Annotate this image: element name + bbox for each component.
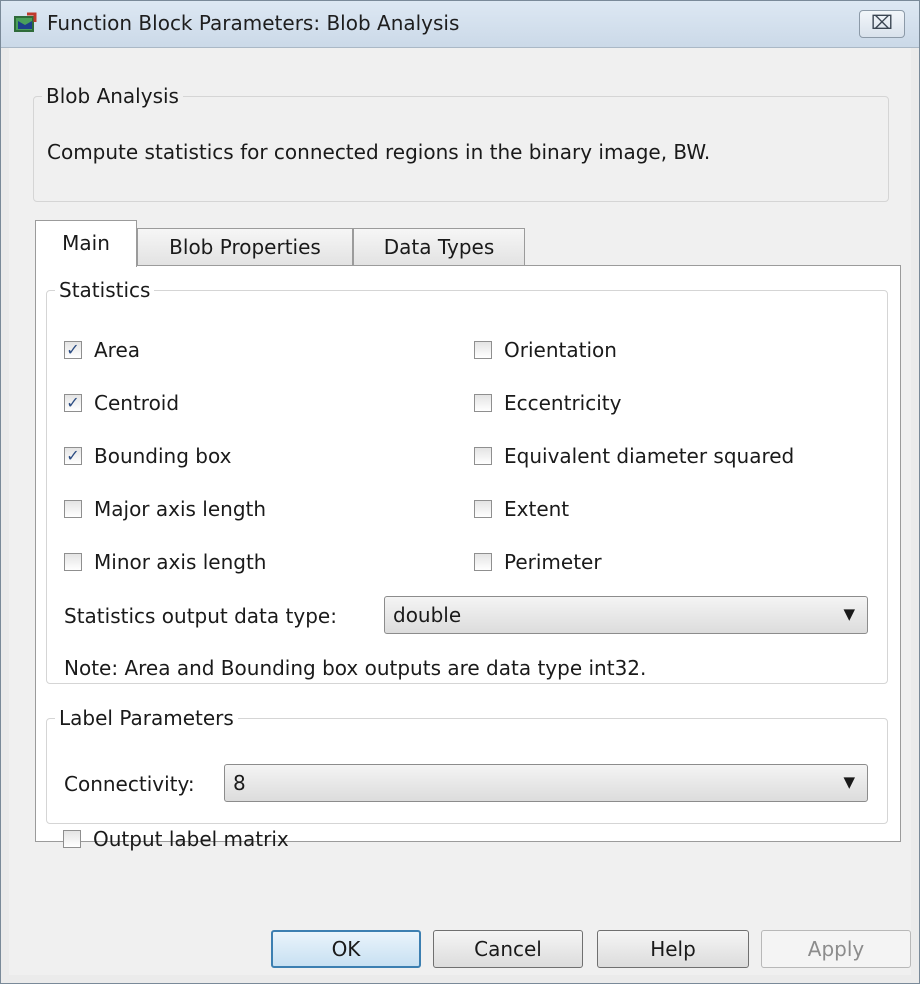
- chevron-down-icon: ▼: [843, 773, 855, 791]
- checkbox-box[interactable]: ✓: [64, 447, 82, 465]
- title-bar[interactable]: Function Block Parameters: Blob Analysis…: [1, 1, 919, 48]
- checkbox-label: Orientation: [504, 338, 617, 362]
- close-icon: ⌧: [871, 12, 893, 34]
- output-label-matrix-checkbox[interactable]: Output label matrix: [63, 827, 289, 851]
- extent-checkbox[interactable]: Extent: [474, 497, 569, 521]
- connectivity-label: Connectivity:: [64, 772, 195, 796]
- checkbox-box[interactable]: ✓: [64, 341, 82, 359]
- close-button[interactable]: ⌧: [859, 10, 905, 38]
- checkbox-label: Output label matrix: [93, 827, 289, 851]
- perimeter-checkbox[interactable]: Perimeter: [474, 550, 602, 574]
- checkbox-label: Minor axis length: [94, 550, 267, 574]
- window-title: Function Block Parameters: Blob Analysis: [47, 11, 460, 35]
- checkbox-box[interactable]: [64, 500, 82, 518]
- tab-data-types[interactable]: Data Types: [353, 228, 525, 266]
- dialog-window: Function Block Parameters: Blob Analysis…: [0, 0, 920, 984]
- equivalent-diameter-squared-checkbox[interactable]: Equivalent diameter squared: [474, 444, 794, 468]
- chevron-down-icon: ▼: [843, 605, 855, 623]
- checkbox-label: Extent: [504, 497, 570, 521]
- orientation-checkbox[interactable]: Orientation: [474, 338, 617, 362]
- checkbox-box[interactable]: [474, 500, 492, 518]
- checkbox-label: Eccentricity: [504, 391, 622, 415]
- dropdown-selected-value: double: [393, 603, 462, 627]
- checkbox-label: Equivalent diameter squared: [504, 444, 795, 468]
- area-checkbox[interactable]: ✓ Area: [64, 338, 140, 362]
- checkbox-box[interactable]: ✓: [64, 394, 82, 412]
- statistics-group-title: Statistics: [59, 278, 151, 302]
- checkbox-label: Area: [94, 338, 141, 362]
- tab-main[interactable]: Main: [35, 220, 137, 267]
- help-button[interactable]: Help: [597, 930, 749, 968]
- block-description-title: Blob Analysis: [46, 84, 179, 108]
- statistics-output-type-dropdown[interactable]: double ▼: [384, 596, 868, 634]
- major-axis-length-checkbox[interactable]: Major axis length: [64, 497, 266, 521]
- checkbox-box[interactable]: [64, 553, 82, 571]
- dropdown-selected-value: 8: [233, 771, 246, 795]
- dialog-client-area: Blob Analysis Compute statistics for con…: [9, 48, 911, 975]
- bounding-box-checkbox[interactable]: ✓ Bounding box: [64, 444, 231, 468]
- ok-button[interactable]: OK: [271, 930, 421, 968]
- main-tab-panel: Statistics ✓ Area ✓ Centroid ✓ Bounding …: [35, 265, 901, 842]
- statistics-output-type-label: Statistics output data type:: [64, 604, 337, 628]
- checkbox-box[interactable]: [63, 830, 81, 848]
- minor-axis-length-checkbox[interactable]: Minor axis length: [64, 550, 266, 574]
- label-parameters-title: Label Parameters: [59, 706, 234, 730]
- data-type-note: Note: Area and Bounding box outputs are …: [64, 656, 647, 680]
- centroid-checkbox[interactable]: ✓ Centroid: [64, 391, 179, 415]
- checkbox-box[interactable]: [474, 394, 492, 412]
- checkbox-box[interactable]: [474, 447, 492, 465]
- connectivity-dropdown[interactable]: 8 ▼: [224, 764, 868, 802]
- checkbox-box[interactable]: [474, 553, 492, 571]
- cancel-button[interactable]: Cancel: [433, 930, 583, 968]
- checkbox-box[interactable]: [474, 341, 492, 359]
- checkbox-label: Major axis length: [94, 497, 267, 521]
- checkbox-label: Perimeter: [504, 550, 602, 574]
- checkbox-label: Bounding box: [94, 444, 232, 468]
- checkbox-label: Centroid: [94, 391, 180, 415]
- apply-button[interactable]: Apply: [761, 930, 911, 968]
- block-description-text: Compute statistics for connected regions…: [47, 140, 711, 164]
- tab-blob-properties[interactable]: Blob Properties: [137, 228, 353, 266]
- eccentricity-checkbox[interactable]: Eccentricity: [474, 391, 621, 415]
- simulink-block-icon: [14, 12, 37, 32]
